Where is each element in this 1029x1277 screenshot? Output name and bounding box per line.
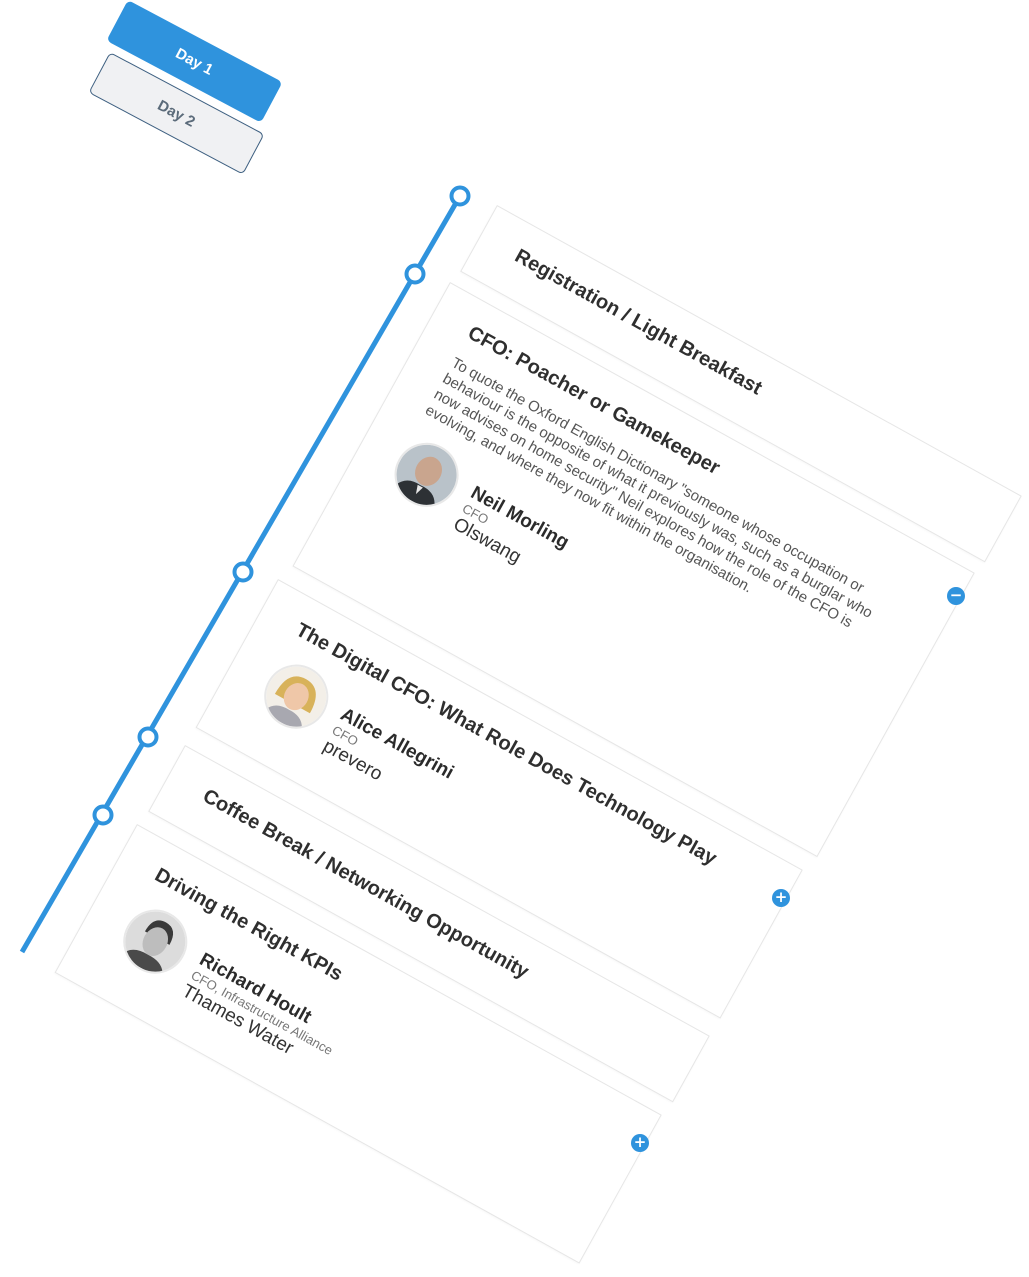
collapse-toggle-button[interactable]: − [947,587,965,605]
timeline-node [232,561,254,583]
plus-icon: + [774,888,788,906]
expand-toggle-button[interactable]: + [772,889,790,907]
avatar [383,431,471,519]
minus-icon: − [949,586,963,604]
avatar [111,898,199,986]
timeline-node [404,263,426,285]
timeline-node [137,726,159,748]
timeline-node [92,804,114,826]
expand-toggle-button[interactable]: + [631,1134,649,1152]
timeline-node [449,185,471,207]
avatar [252,653,340,741]
plus-icon: + [633,1133,647,1151]
